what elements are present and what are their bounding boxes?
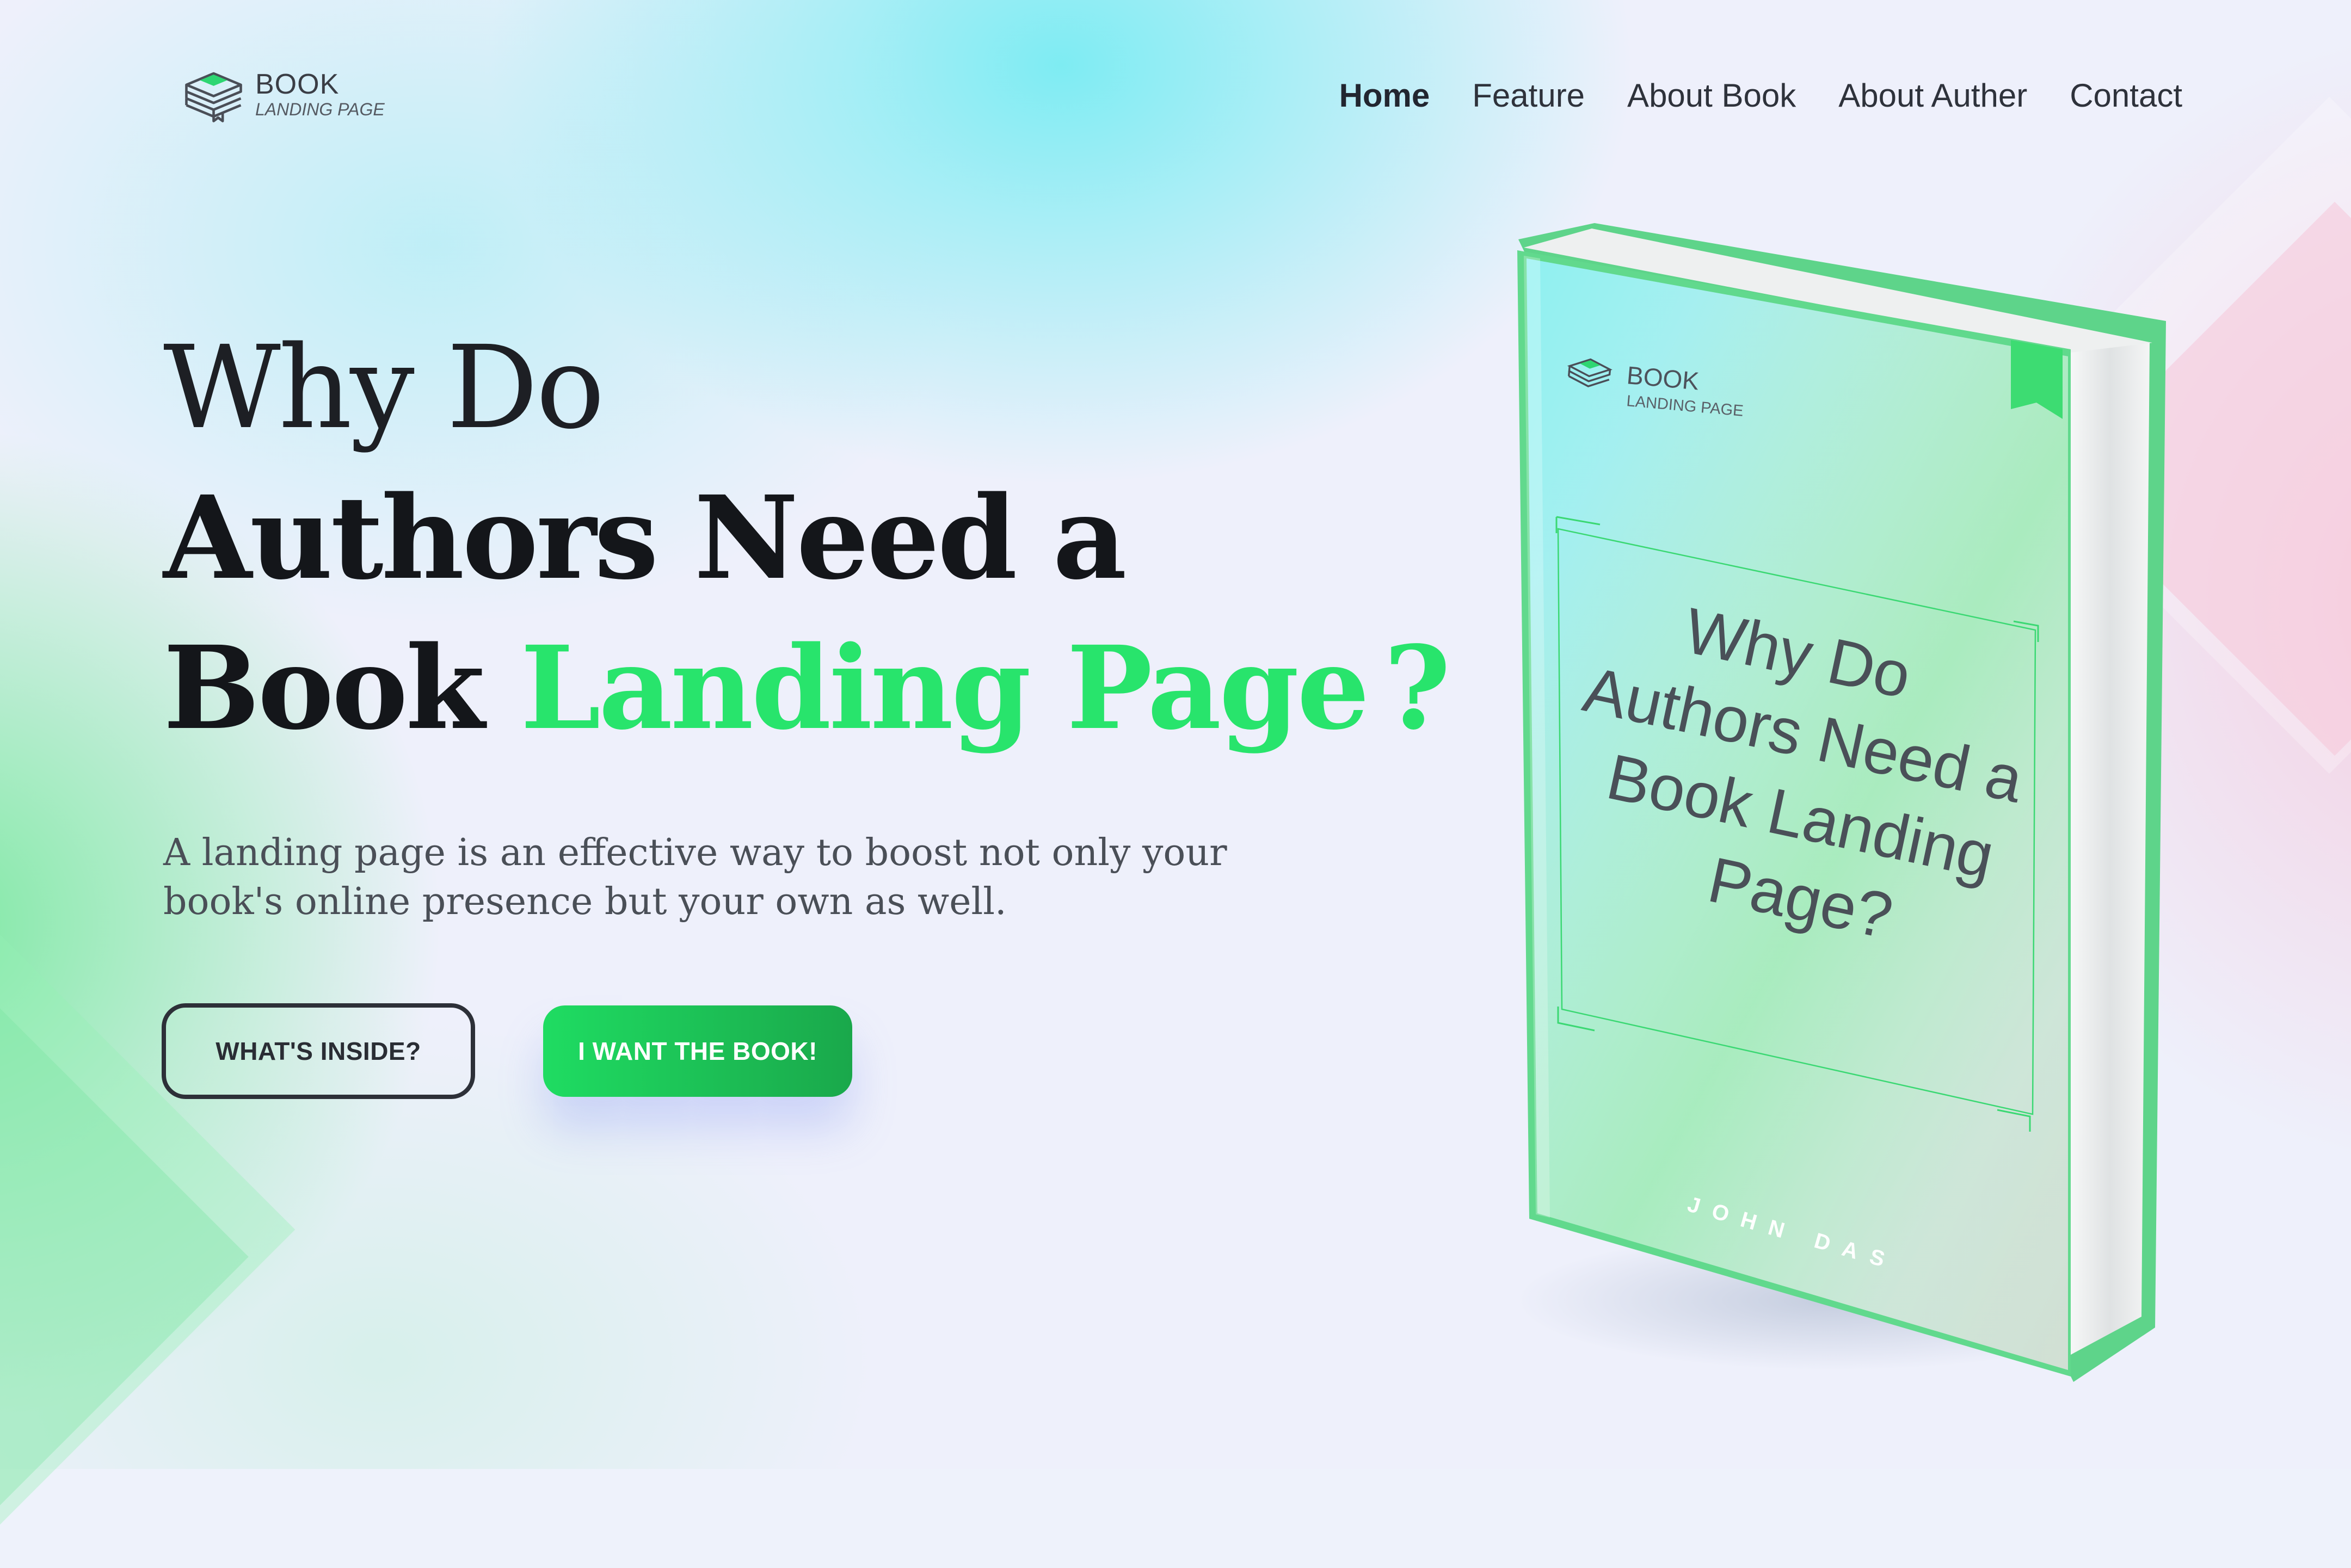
main-nav: Home Feature About Book About Auther Con… bbox=[1339, 74, 2182, 118]
headline-line-3: Book Landing Page? bbox=[163, 613, 1451, 763]
logo-subtitle: LANDING PAGE bbox=[255, 99, 385, 119]
headline-accent: Landing Page bbox=[520, 621, 1369, 755]
logo-title: BOOK bbox=[255, 68, 340, 100]
want-book-button[interactable]: I WANT THE BOOK! bbox=[543, 1005, 852, 1097]
nav-contact[interactable]: Contact bbox=[2070, 74, 2182, 118]
nav-about-author[interactable]: About Auther bbox=[1838, 74, 2027, 118]
hero-tagline: A landing page is an effective way to bo… bbox=[163, 831, 1227, 923]
nav-feature[interactable]: Feature bbox=[1472, 74, 1585, 118]
nav-home[interactable]: Home bbox=[1339, 74, 1430, 118]
headline-line-2: Authors Need a bbox=[163, 471, 1127, 605]
book-mockup: BOOK LANDING PAGE Why Do Authors Need a … bbox=[1517, 223, 2166, 1382]
stacked-books-icon bbox=[185, 72, 242, 122]
headline-book-word: Book bbox=[163, 621, 485, 755]
headline-question-mark: ? bbox=[1383, 621, 1451, 755]
whats-inside-button[interactable]: WHAT'S INSIDE? bbox=[162, 1003, 475, 1099]
hero-headline: Why Do Authors Need a Book Landing Page? bbox=[163, 313, 1451, 763]
site-logo[interactable]: BOOK LANDING PAGE bbox=[180, 60, 385, 128]
nav-about-book[interactable]: About Book bbox=[1627, 74, 1796, 118]
headline-line-1: Why Do bbox=[163, 321, 605, 454]
